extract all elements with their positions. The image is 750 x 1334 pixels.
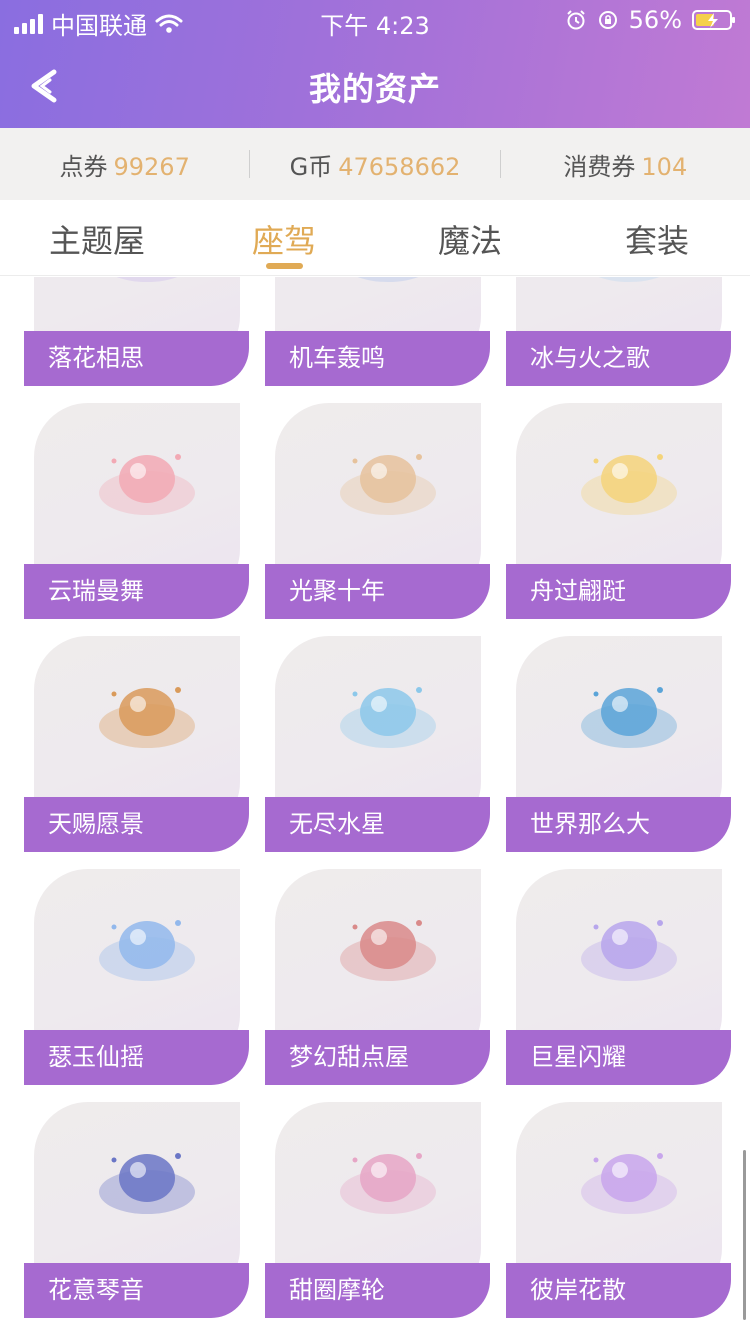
status-bar: 中国联通 下午 4:23 56% [0, 0, 750, 40]
item-card[interactable]: 甜圈摩轮 [265, 1102, 490, 1318]
ride-icon [598, 277, 660, 282]
item-name: 甜圈摩轮 [265, 1263, 490, 1318]
asset-coupon: 点券 99267 [59, 152, 190, 181]
dessert-ride-icon [340, 920, 436, 981]
asset-gcoin: G币 47658662 [289, 152, 461, 181]
item-name: 光聚十年 [265, 564, 490, 619]
ferris-wheel-icon [340, 1153, 436, 1214]
crystal-ride-icon [581, 920, 677, 981]
alarm-icon [566, 10, 585, 30]
item-card[interactable]: 彼岸花散 [506, 1102, 731, 1318]
header: 中国联通 下午 4:23 56% 我的资产 [0, 0, 750, 128]
moon-cloud-icon [581, 1153, 677, 1214]
item-card[interactable]: 落花相思 [24, 277, 249, 386]
planet-icon [581, 687, 677, 748]
item-grid: 落花相思 机车轰鸣 冰与火之歌云瑞曼舞 光聚十年 舟过翩跹天赐愿景 无尽水星 世界那么大瑟玉… [0, 277, 750, 1334]
item-name: 花意琴音 [24, 1263, 249, 1318]
item-card[interactable]: 云瑞曼舞 [24, 403, 249, 619]
item-card[interactable]: 梦幻甜点屋 [265, 869, 490, 1085]
jade-swirl-icon [99, 920, 195, 981]
page-title: 我的资产 [308, 70, 441, 108]
item-name: 彼岸花散 [506, 1263, 731, 1318]
item-card[interactable]: 舟过翩跹 [506, 403, 731, 619]
item-name: 无尽水星 [265, 797, 490, 852]
item-name: 落花相思 [24, 331, 249, 386]
item-card[interactable]: 花意琴音 [24, 1102, 249, 1318]
paper-boat-icon [581, 454, 677, 515]
ride-icon [357, 277, 419, 282]
category-tabs: 主题屋 座驾 魔法 套装 [0, 200, 750, 276]
item-card[interactable]: 瑟玉仙摇 [24, 869, 249, 1085]
feather-ride-icon [340, 454, 436, 515]
piano-ride-icon [99, 1153, 195, 1214]
rotation-lock-icon [598, 11, 617, 29]
item-name: 巨星闪耀 [506, 1030, 731, 1085]
item-card[interactable]: 巨星闪耀 [506, 869, 731, 1085]
item-card[interactable]: 机车轰鸣 [265, 277, 490, 386]
item-card[interactable]: 光聚十年 [265, 403, 490, 619]
battery-percent: 56% [628, 6, 682, 34]
item-card[interactable]: 天赐愿景 [24, 636, 249, 852]
cake-ride-icon [99, 454, 195, 515]
tab-outfits[interactable]: 套装 [597, 216, 717, 262]
active-tab-indicator [266, 263, 303, 269]
item-name: 梦幻甜点屋 [265, 1030, 490, 1085]
item-name: 云瑞曼舞 [24, 564, 249, 619]
tab-magic[interactable]: 魔法 [410, 216, 530, 262]
item-name: 世界那么大 [506, 797, 731, 852]
scrollbar[interactable] [743, 1150, 746, 1320]
item-card[interactable]: 世界那么大 [506, 636, 731, 852]
lantern-cloud-icon [99, 687, 195, 748]
item-name: 舟过翩跹 [506, 564, 731, 619]
item-name: 天赐愿景 [24, 797, 249, 852]
ride-icon [116, 277, 178, 282]
battery-icon [692, 10, 735, 30]
item-name: 瑟玉仙摇 [24, 1030, 249, 1085]
asset-summary: 点券 99267 G币 47658662 消费券 104 [0, 128, 750, 200]
asset-voucher: 消费券 104 [563, 152, 688, 181]
tab-theme-house[interactable]: 主题屋 [37, 216, 157, 262]
item-card[interactable]: 冰与火之歌 [506, 277, 731, 386]
water-ring-icon [340, 687, 436, 748]
nav-bar: 我的资产 [0, 56, 750, 116]
item-card[interactable]: 无尽水星 [265, 636, 490, 852]
item-name: 机车轰鸣 [265, 331, 490, 386]
item-name: 冰与火之歌 [506, 331, 731, 386]
tab-rides[interactable]: 座驾 [224, 216, 344, 262]
